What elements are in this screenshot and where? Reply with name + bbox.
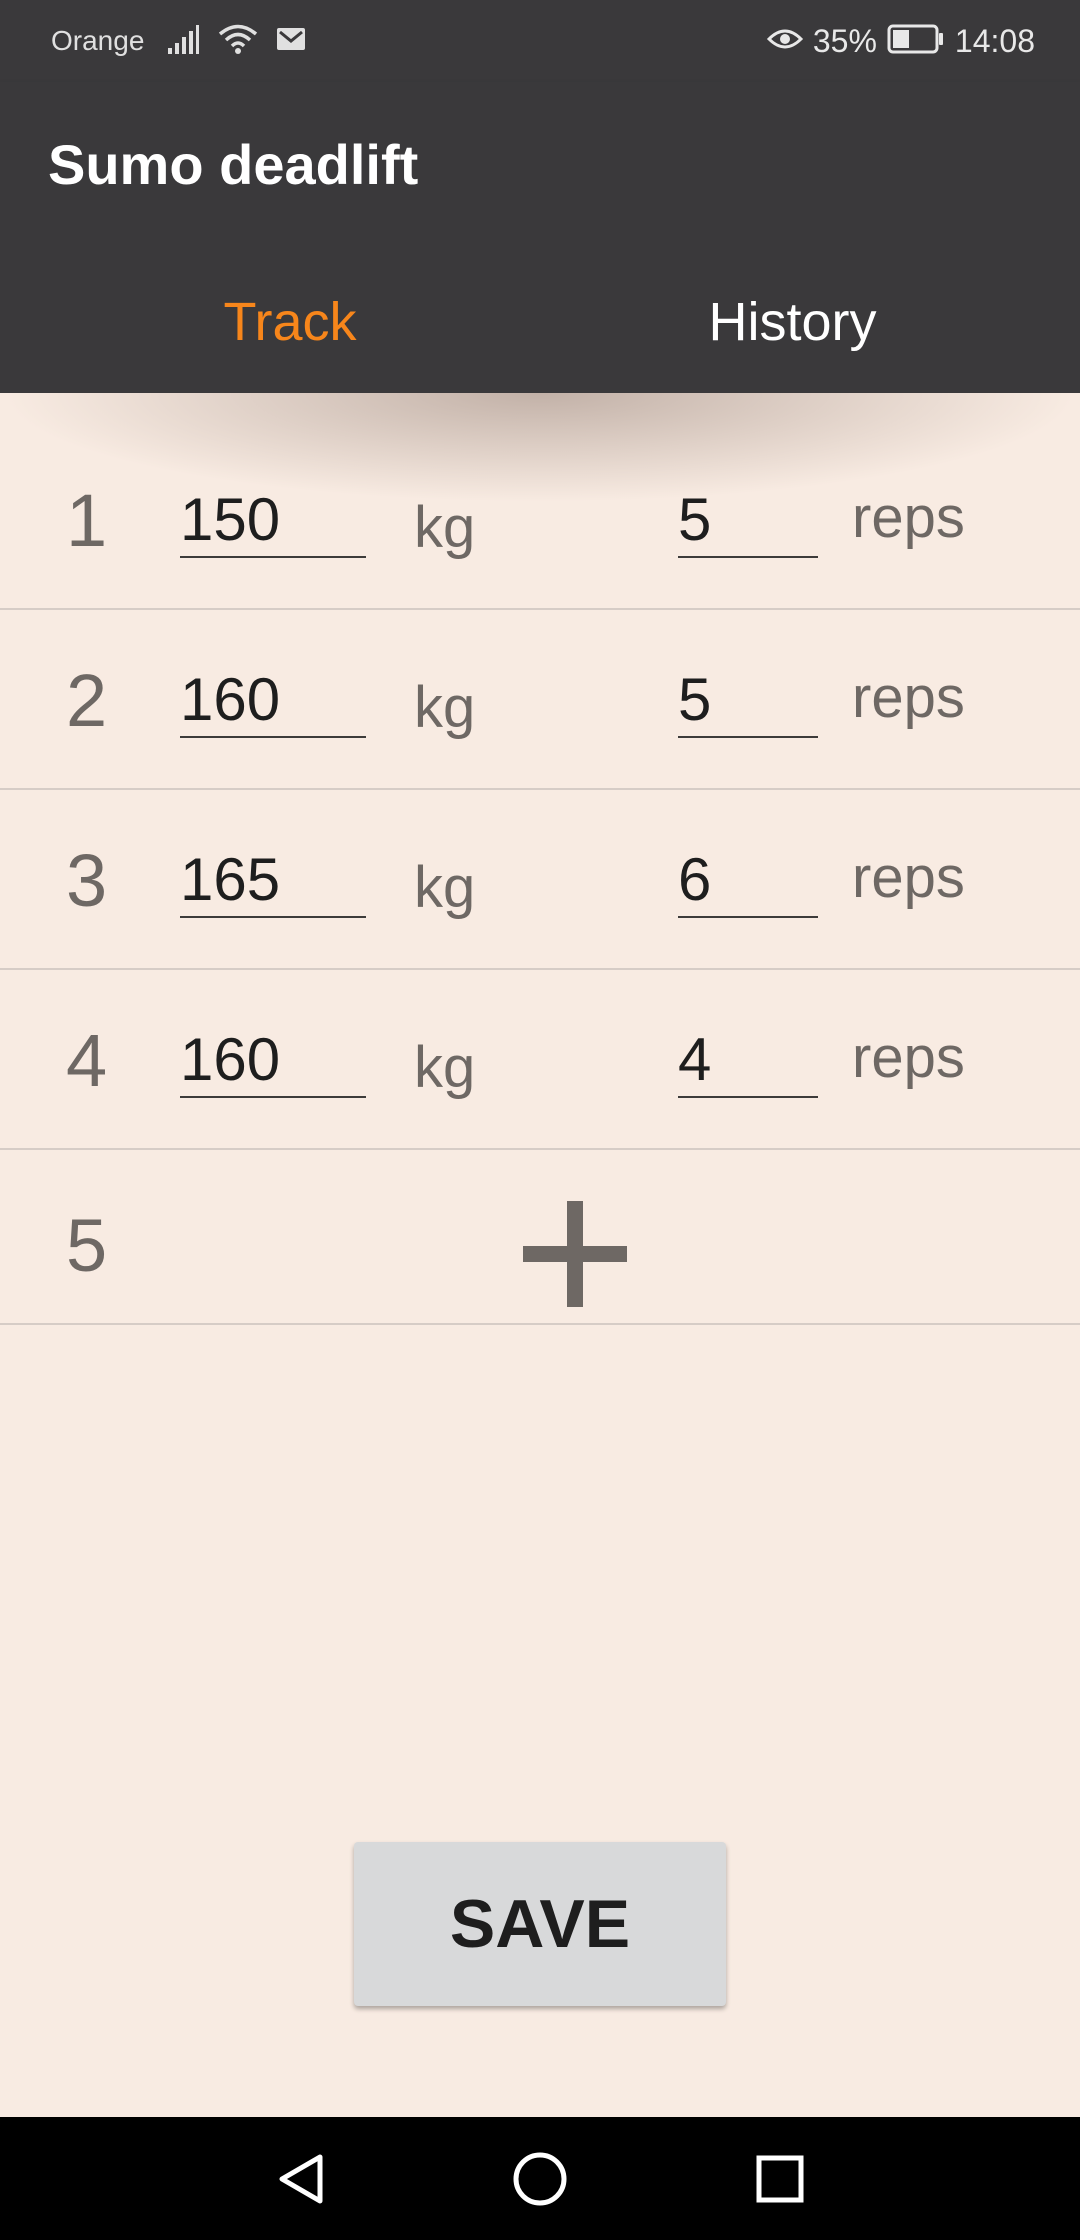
set-number: 1 xyxy=(66,479,108,562)
set-row: 4 160 kg 4 reps xyxy=(0,968,1080,1150)
recents-button[interactable] xyxy=(738,2137,822,2221)
home-icon xyxy=(513,2152,567,2206)
tab-track[interactable]: Track xyxy=(30,250,550,393)
plus-icon xyxy=(523,1201,627,1307)
weight-input[interactable]: 165 xyxy=(180,844,366,918)
status-left: Orange xyxy=(51,0,306,82)
add-set-button[interactable] xyxy=(520,1199,630,1309)
add-set-row: 5 xyxy=(0,1147,1080,1325)
weight-input[interactable]: 150 xyxy=(180,484,366,558)
save-button[interactable]: SAVE xyxy=(354,1842,726,2006)
set-number: 2 xyxy=(66,659,108,742)
weight-input[interactable]: 160 xyxy=(180,1024,366,1098)
status-bar: Orange 35% 14:08 xyxy=(0,0,1080,82)
set-number: 3 xyxy=(66,839,108,922)
signal-icon xyxy=(166,24,200,59)
set-number: 4 xyxy=(66,1019,108,1102)
set-row: 2 160 kg 5 reps xyxy=(0,608,1080,790)
set-row: 1 150 kg 5 reps xyxy=(0,428,1080,610)
reps-unit-label: reps xyxy=(852,665,965,730)
carrier-name: Orange xyxy=(51,25,145,56)
weight-unit-label: kg xyxy=(414,495,476,560)
reps-unit-label: reps xyxy=(852,845,965,910)
back-button[interactable] xyxy=(260,2137,344,2221)
wifi-icon xyxy=(218,23,258,60)
tab-bar: Track History xyxy=(0,250,1080,393)
weight-input[interactable]: 160 xyxy=(180,664,366,738)
reps-input[interactable]: 5 xyxy=(678,484,818,558)
weight-unit-label: kg xyxy=(414,1035,476,1100)
tab-history[interactable]: History xyxy=(520,250,1065,393)
page-title: Sumo deadlift xyxy=(48,133,419,196)
back-icon xyxy=(279,2154,323,2204)
weight-unit-label: kg xyxy=(414,675,476,740)
navigation-bar xyxy=(0,2117,1080,2240)
reps-unit-label: reps xyxy=(852,1025,965,1090)
battery-icon xyxy=(887,24,945,59)
next-set-number: 5 xyxy=(66,1204,108,1287)
home-button[interactable] xyxy=(498,2137,582,2221)
reps-input[interactable]: 6 xyxy=(678,844,818,918)
mail-icon xyxy=(276,27,306,56)
reps-input[interactable]: 4 xyxy=(678,1024,818,1098)
eye-icon xyxy=(766,27,803,56)
clock: 14:08 xyxy=(954,22,1035,59)
status-right: 35% 14:08 xyxy=(766,0,1035,82)
recents-icon xyxy=(756,2155,804,2203)
reps-unit-label: reps xyxy=(852,485,965,550)
weight-unit-label: kg xyxy=(414,855,476,920)
set-row: 3 165 kg 6 reps xyxy=(0,788,1080,970)
reps-input[interactable]: 5 xyxy=(678,664,818,738)
app-bar: Sumo deadlift xyxy=(0,82,1080,250)
battery-percent: 35% xyxy=(812,22,877,59)
